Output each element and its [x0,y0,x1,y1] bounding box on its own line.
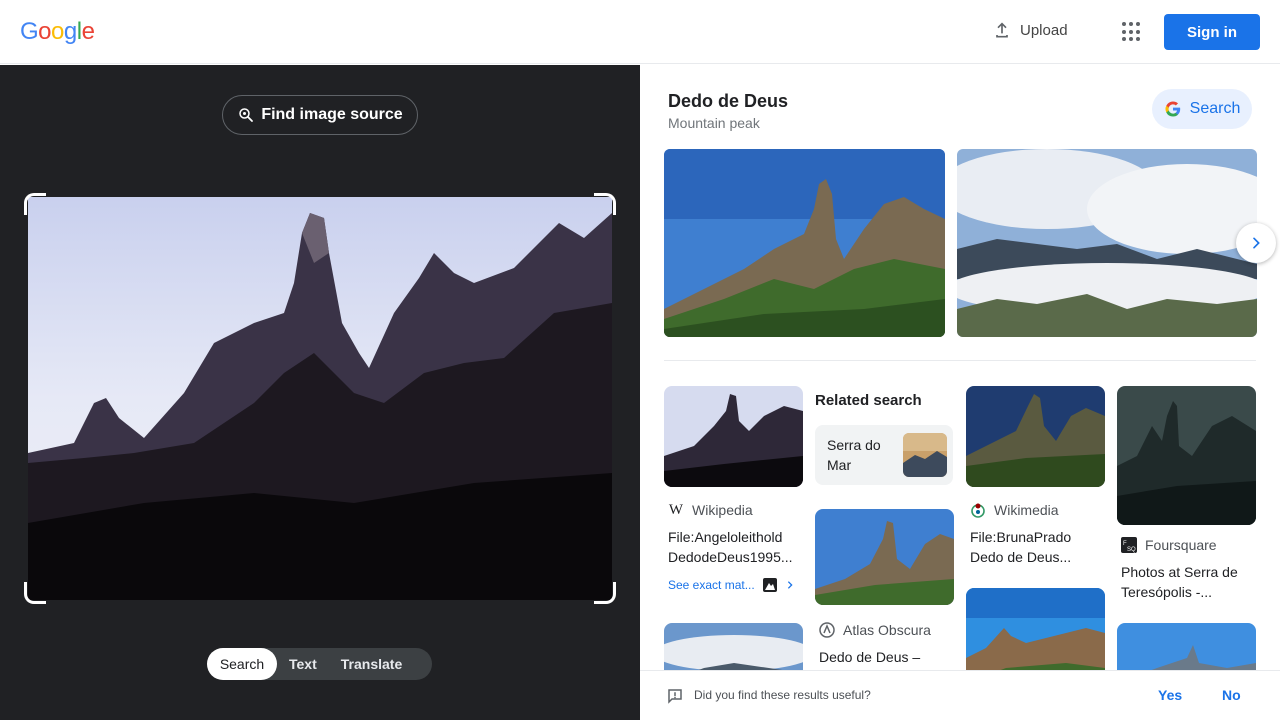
entity-photo-2[interactable] [957,149,1257,337]
find-image-source-label: Find image source [261,106,403,123]
crop-corner-top-right[interactable] [594,193,616,215]
section-divider [664,360,1256,361]
entity-photo-1[interactable] [664,149,945,337]
source-foursquare[interactable]: F SQ Foursquare [1121,537,1217,553]
source-name: Wikimedia [994,502,1059,518]
entity-title[interactable]: Dedo de Deus [668,91,788,112]
related-search-heading: Related search [815,392,922,409]
result-image-partial[interactable] [966,588,1105,683]
mode-switcher: Search Text Translate [207,648,432,680]
query-image-crop[interactable] [24,193,616,604]
feedback-question: Did you find these results useful? [694,688,871,702]
source-name: Atlas Obscura [843,622,931,638]
upload-button[interactable]: Upload [992,20,1068,40]
sign-in-button[interactable]: Sign in [1164,14,1260,50]
svg-text:SQ: SQ [1127,547,1136,553]
carousel-next-button[interactable] [1236,223,1276,263]
result-image-foursquare[interactable] [1117,386,1256,525]
query-image-panel: Find image source Search Text Translate [0,65,640,720]
result-image-atlas-obscura[interactable] [815,509,954,605]
related-search-chip[interactable]: Serra do Mar [815,425,953,485]
chevron-right-icon [1248,235,1264,251]
wikimedia-icon [970,502,986,518]
foursquare-icon: F SQ [1121,537,1137,553]
related-search-label: Serra do Mar [827,437,881,473]
upload-label: Upload [1020,21,1068,39]
google-g-icon [1164,100,1182,118]
top-bar: Google Upload Sign in [0,0,1280,64]
result-caption[interactable]: File:Angeloleithold DedodeDeus1995... [668,527,800,567]
feedback-no-button[interactable]: No [1222,687,1241,703]
crop-corner-bottom-left[interactable] [24,582,46,604]
upload-icon [992,20,1012,40]
mode-translate-tab[interactable]: Translate [329,648,414,680]
related-search-thumbnail [903,433,947,477]
mode-text-tab[interactable]: Text [277,648,329,680]
lens-search-icon [237,106,255,124]
source-atlas-obscura[interactable]: Atlas Obscura [819,622,931,638]
result-caption[interactable]: Dedo de Deus – [819,647,951,667]
result-caption[interactable]: Photos at Serra de Teresópolis -... [1121,562,1253,602]
result-caption[interactable]: File:BrunaPrado Dedo de Deus... [970,527,1102,567]
crop-corner-top-left[interactable] [24,193,46,215]
source-wikimedia[interactable]: Wikimedia [970,502,1059,518]
atlas-obscura-icon [819,622,835,638]
source-wikipedia[interactable]: W Wikipedia [668,501,753,519]
see-exact-matches-link[interactable]: See exact mat... [668,578,795,592]
result-image-wikimedia[interactable] [966,386,1105,487]
result-image-wikipedia[interactable] [664,386,803,487]
entity-search-button[interactable]: Search [1152,89,1252,129]
feedback-yes-button[interactable]: Yes [1158,687,1182,703]
results-panel: Dedo de Deus Mountain peak Search W Wiki… [640,65,1280,720]
source-name: Wikipedia [692,502,753,518]
google-logo[interactable]: Google [20,18,95,46]
wikipedia-icon: W [668,501,684,518]
feedback-icon [666,687,684,705]
crop-corner-bottom-right[interactable] [594,582,616,604]
image-thumb-icon [762,578,777,592]
feedback-bar: Did you find these results useful? Yes N… [640,670,1280,720]
entity-subtitle: Mountain peak [668,115,760,131]
entity-search-label: Search [1189,100,1241,117]
find-image-source-button[interactable]: Find image source [222,95,418,135]
apps-grid-icon[interactable] [1122,22,1142,42]
source-name: Foursquare [1145,537,1217,553]
mode-search-tab[interactable]: Search [207,648,277,680]
query-photo [28,197,612,600]
chevron-right-icon [785,580,795,590]
